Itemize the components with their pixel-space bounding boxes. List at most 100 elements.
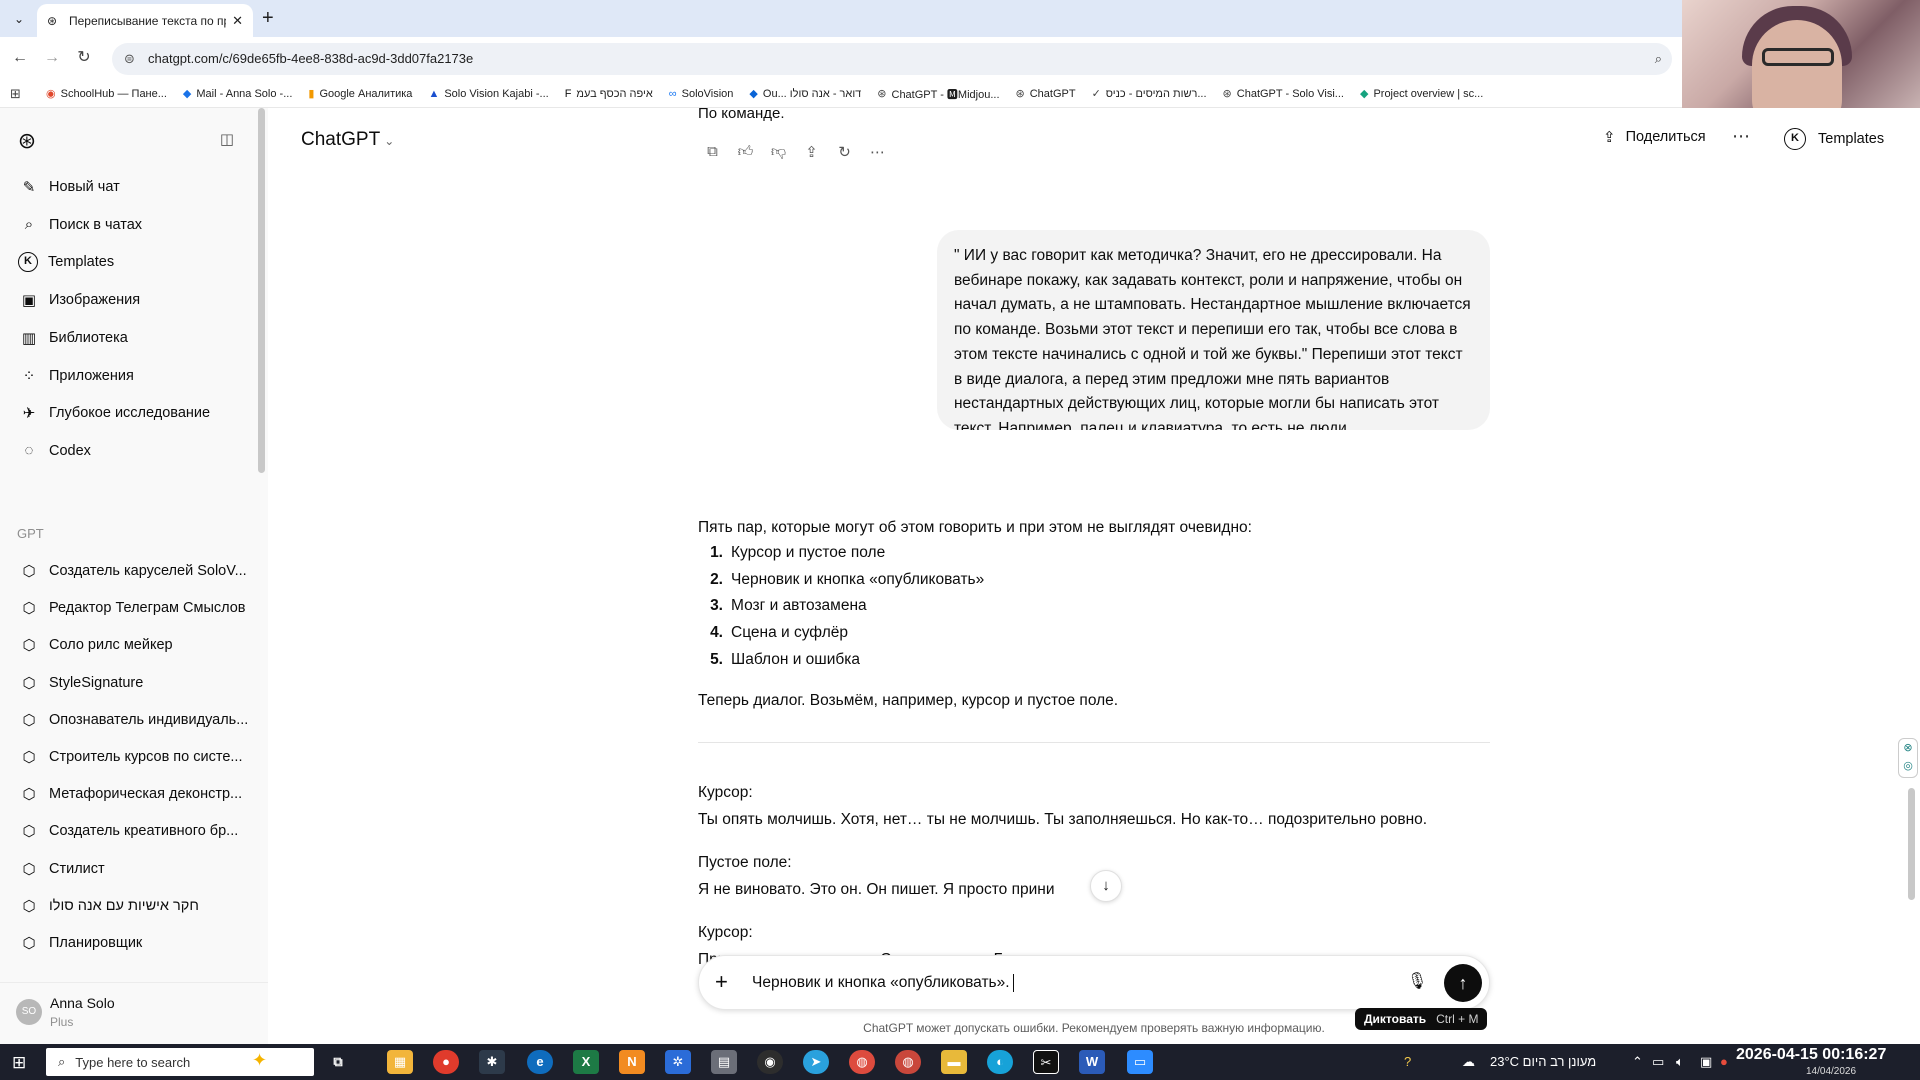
browser-tab-active[interactable]: ⊛ Переписывание текста по пр... ✕ xyxy=(37,4,253,37)
weather-text[interactable]: 23°C מעונן רב היום xyxy=(1490,1044,1596,1080)
sidebar-gpt-item[interactable]: ⬡ Создатель каруселей SoloV... xyxy=(8,554,258,588)
share-button[interactable]: ⇪ Поделиться xyxy=(1603,128,1706,146)
composer-input[interactable]: Черновик и кнопка «опубликовать». xyxy=(752,974,1014,992)
sidebar-scrollbar[interactable] xyxy=(258,108,265,473)
sidebar-item-search-chats[interactable]: ⌕ Поиск в чатах xyxy=(8,208,258,242)
forward-arrow-icon[interactable]: → xyxy=(41,47,63,69)
zoom-icon[interactable]: ⌕ xyxy=(1655,43,1662,75)
new-tab-button[interactable]: + xyxy=(262,7,274,30)
zoom-app-icon[interactable]: ▭ xyxy=(1127,1050,1153,1074)
calculator-icon[interactable]: ▤ xyxy=(711,1050,737,1074)
back-arrow-icon[interactable]: ← xyxy=(9,47,31,69)
add-attachment-icon[interactable]: + xyxy=(715,969,728,995)
obs-icon[interactable]: ◉ xyxy=(757,1050,783,1074)
sidebar-item-apps[interactable]: ⁘ Приложения xyxy=(8,359,258,393)
task-view-icon[interactable]: ⧉ xyxy=(325,1050,351,1074)
bookmark-item[interactable]: ⊛ ChatGPT - Solo Visi... xyxy=(1223,87,1344,101)
help-icon[interactable]: ? xyxy=(1404,1044,1411,1080)
taskbar-search[interactable]: ⌕ Type here to search ✦ xyxy=(46,1048,314,1076)
bookmark-item[interactable]: ⊛ ChatGPT xyxy=(1015,87,1076,101)
volume-icon[interactable]: 🔈︎ xyxy=(1676,1044,1684,1080)
sidebar-gpt-item[interactable]: ⬡ Строитель курсов по систе... xyxy=(8,740,258,774)
sidebar-gpt-item[interactable]: ⬡ Планировщик xyxy=(8,926,258,960)
send-button[interactable]: ↑ xyxy=(1444,964,1482,1002)
tab-search-chevron-icon[interactable]: ⌄ xyxy=(8,8,30,30)
bookmark-favicon-icon: ⊛ xyxy=(1015,88,1025,100)
file-explorer-icon[interactable]: ▬ xyxy=(941,1050,967,1074)
scroll-down-button[interactable]: ↓ xyxy=(1090,870,1122,902)
tray-chevron-icon[interactable]: ⌃ xyxy=(1632,1044,1643,1080)
sidebar-gpt-item[interactable]: ⬡ Опознаватель индивидуаль... xyxy=(8,703,258,737)
display-icon[interactable]: ▣ xyxy=(1700,1044,1712,1080)
chrome-icon[interactable]: ◍ xyxy=(849,1050,875,1074)
telegram-icon[interactable]: ➤ xyxy=(803,1050,829,1074)
sidebar-gpt-item[interactable]: ⬡ Создатель креативного бр... xyxy=(8,814,258,848)
sidebar-item-templates[interactable]: K Templates xyxy=(8,245,258,279)
more-options-icon[interactable]: ⋯ xyxy=(1732,126,1750,147)
word-icon[interactable]: W xyxy=(1079,1050,1105,1074)
bookmarks-bar: ⊞ ◉ SchoolHub — Пане... ◆ Mail - Anna Solo … xyxy=(0,80,1920,108)
address-bar[interactable]: ⊜ chatgpt.com/c/69de65fb-4ee8-838d-ac9d-… xyxy=(112,43,1672,75)
sidebar-item-images[interactable]: ▣ Изображения xyxy=(8,283,258,317)
bookmark-item[interactable]: ✓ רשות המיסים - כניס... xyxy=(1092,87,1207,101)
app-orange-icon[interactable]: N xyxy=(619,1050,645,1074)
weather-icon[interactable]: ☁ xyxy=(1462,1044,1475,1080)
windows-start-icon[interactable]: ⊞ xyxy=(12,1053,26,1073)
chrome-active-icon[interactable]: ◍ xyxy=(895,1050,921,1074)
bookmark-favicon-icon: ◆ xyxy=(1359,88,1369,100)
sidebar-gpt-item[interactable]: ⬡ חקר אישיות עם אנה סולו xyxy=(8,889,258,923)
bookmark-item[interactable]: ◆ Mail - Anna Solo -... xyxy=(183,87,292,101)
openai-logo-icon[interactable]: ⊛ xyxy=(14,128,40,154)
message-composer[interactable]: + Черновик и кнопка «опубликовать». 🎙︎ ↑ xyxy=(698,955,1490,1010)
capcut-icon[interactable]: ✂ xyxy=(1033,1050,1059,1074)
clock-time[interactable]: 2026-04-15 00:16:27 xyxy=(1736,1046,1886,1064)
bookmark-item[interactable]: ▲ Solo Vision Kajabi -... xyxy=(428,88,548,100)
side-extension-widget[interactable]: ⊗ ◎ xyxy=(1898,738,1918,778)
sidebar-item-deep-research[interactable]: ✈ Глубокое исследование xyxy=(8,396,258,430)
share-message-icon[interactable]: ⇪ xyxy=(795,143,828,161)
sidebar-gpt-item[interactable]: ⬡ Стилист xyxy=(8,852,258,886)
reload-icon[interactable]: ↻ xyxy=(73,47,95,69)
bookmark-item[interactable]: ◉ SchoolHub — Пане... xyxy=(46,87,167,101)
thumbs-up-icon[interactable]: 👍︎ xyxy=(729,143,762,161)
templates-button[interactable]: K Templates xyxy=(1784,128,1884,150)
main-scrollbar[interactable] xyxy=(1908,788,1915,900)
regenerate-icon[interactable]: ↻ xyxy=(828,143,861,161)
sidebar-gpt-item[interactable]: ⬡ Редактор Телеграм Смыслов xyxy=(8,591,258,625)
sidebar-toggle-icon[interactable]: ◫ xyxy=(216,130,238,150)
bookmark-item[interactable]: ⊛ ChatGPT - 🅼Midjou... xyxy=(877,86,999,102)
widget-icon[interactable]: ◎ xyxy=(1903,760,1913,772)
tab-close-icon[interactable]: ✕ xyxy=(232,13,243,29)
bookmark-item[interactable]: F איפה הכסף בעמ xyxy=(565,88,653,100)
model-selector[interactable]: ChatGPT ⌄ xyxy=(301,129,394,151)
sidebar-item-codex[interactable]: ◌ Codex xyxy=(8,434,258,468)
sidebar-gpt-item[interactable]: ⬡ StyleSignature xyxy=(8,666,258,700)
sidebar-gpt-item[interactable]: ⬡ Соло рилс мейкер xyxy=(8,628,258,662)
close-widget-icon[interactable]: ⊗ xyxy=(1903,742,1912,754)
app-tool-icon[interactable]: ✱ xyxy=(479,1050,505,1074)
thumbs-down-icon[interactable]: 👎︎ xyxy=(762,143,795,161)
recording-icon[interactable]: ● xyxy=(1720,1044,1728,1080)
site-info-icon[interactable]: ⊜ xyxy=(124,43,135,75)
bookmark-item[interactable]: ▮ Google Аналитика xyxy=(308,87,412,101)
bookmark-item[interactable]: ◆ Project overview | sc... xyxy=(1359,87,1483,101)
list-item: 5. Шаблон и ошибка xyxy=(698,647,1398,674)
list-number: 1. xyxy=(710,544,723,561)
microphone-icon[interactable]: 🎙︎ xyxy=(1407,971,1427,991)
excel-icon[interactable]: X xyxy=(573,1050,599,1074)
more-actions-icon[interactable]: ⋯ xyxy=(861,143,894,161)
user-profile[interactable]: SO Anna Solo Plus xyxy=(0,982,268,1044)
network-icon[interactable]: ▭ xyxy=(1652,1044,1664,1080)
copy-icon[interactable]: ⧉ xyxy=(696,143,729,161)
sidebar-gpt-item[interactable]: ⬡ Метафорическая деконстр... xyxy=(8,777,258,811)
bookmark-item[interactable]: ∞ SoloVision xyxy=(669,88,734,100)
settings-app-icon[interactable]: ✲ xyxy=(665,1050,691,1074)
store-app-icon[interactable]: ▦ xyxy=(387,1050,413,1074)
app-blue-icon[interactable]: ◐ xyxy=(987,1050,1013,1074)
sidebar-item-library[interactable]: ▥ Библиотека xyxy=(8,321,258,355)
sidebar-item-new-chat[interactable]: ✎ Новый чат xyxy=(8,170,258,204)
app-red-icon[interactable]: ● xyxy=(433,1050,459,1074)
edge-icon[interactable]: e xyxy=(527,1050,553,1074)
bookmark-item[interactable]: ◆ Ou... דואר - אנה סולו xyxy=(749,87,861,101)
apps-grid-icon[interactable]: ⊞ xyxy=(10,86,28,102)
